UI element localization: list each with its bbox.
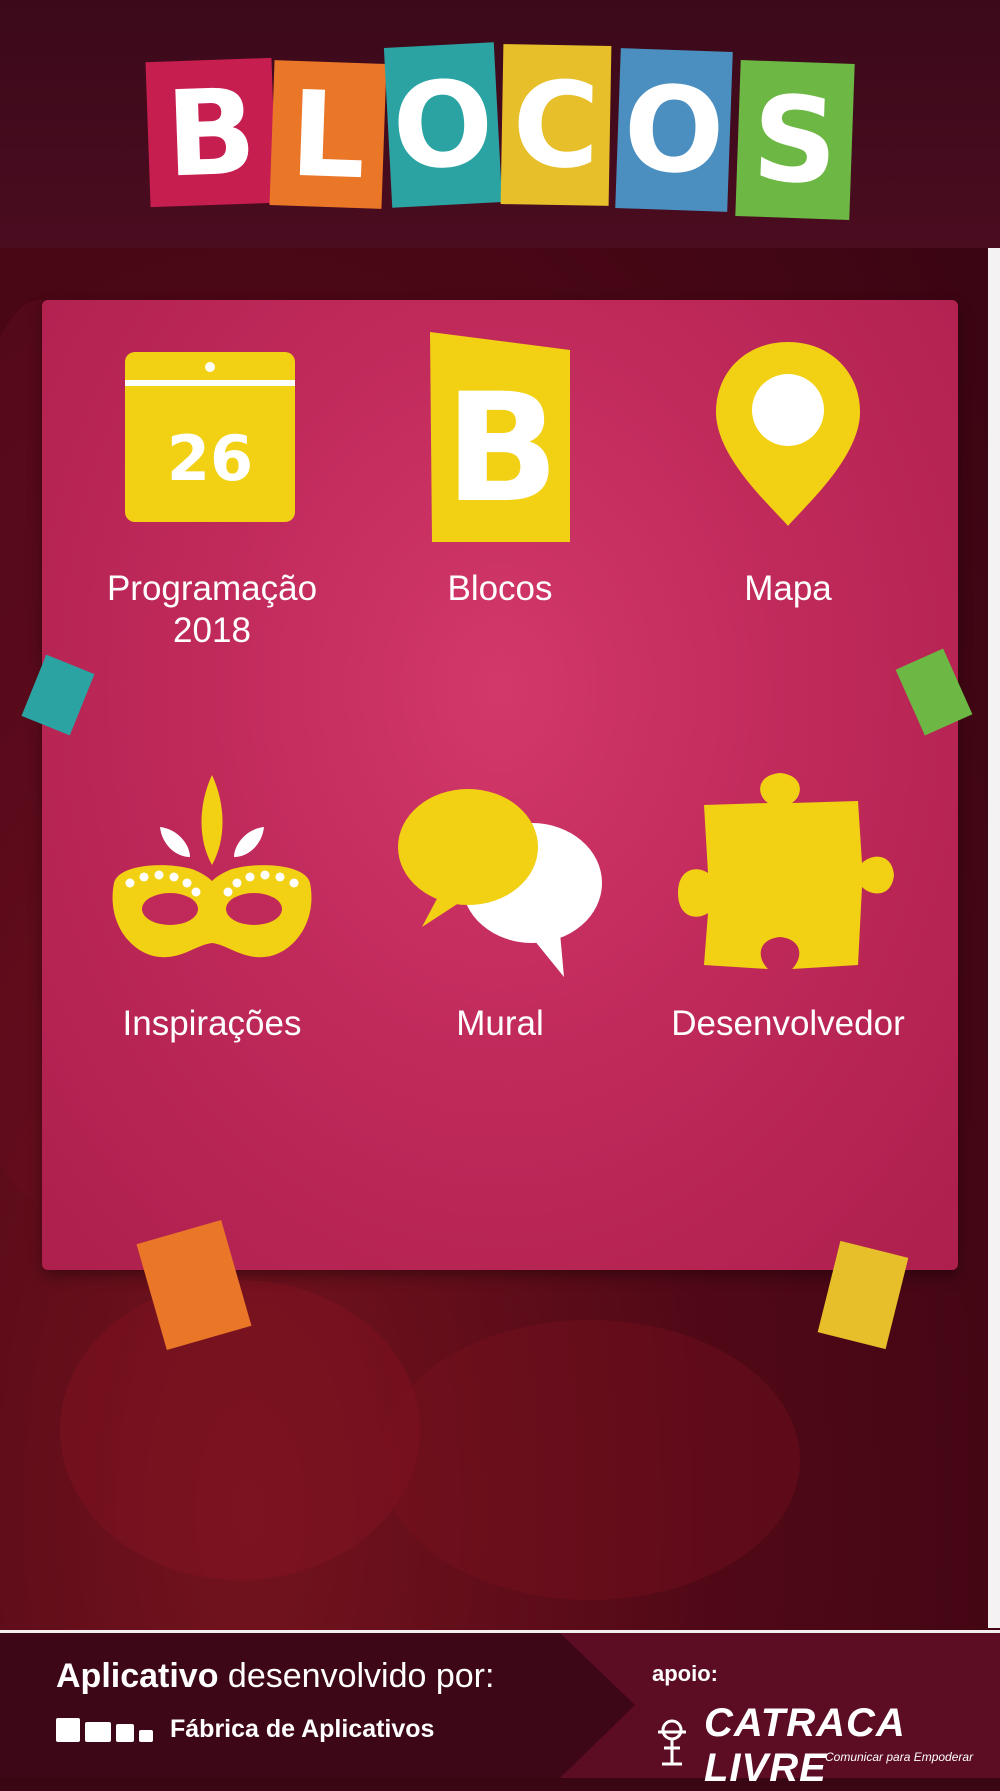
blocos-b-icon: B bbox=[380, 330, 620, 560]
developer-name: Fábrica de Aplicativos bbox=[170, 1715, 435, 1743]
menu-label: Mapa bbox=[744, 569, 832, 608]
logo-letter: C bbox=[511, 55, 601, 195]
blocos-logo: B L O C O S bbox=[0, 0, 1000, 248]
logo-tile-b: B bbox=[145, 57, 277, 208]
logo-letter: O bbox=[389, 53, 497, 197]
fabrica-de-aplicativos-logo[interactable]: Fábrica de Aplicativos bbox=[56, 1715, 434, 1744]
logo-tile-l: L bbox=[269, 60, 387, 209]
footer: Aplicativo desenvolvido por: Fábrica de … bbox=[0, 1630, 1000, 1790]
developed-by-text: Aplicativo desenvolvido por: bbox=[56, 1657, 494, 1696]
carnival-mask-icon bbox=[92, 765, 332, 995]
logo-tile-o2: O bbox=[615, 48, 733, 212]
menu-item-mapa[interactable]: Mapa bbox=[638, 330, 938, 670]
background-blob bbox=[380, 1320, 800, 1600]
calendar-day: 26 bbox=[167, 422, 253, 495]
logo-letter: O bbox=[621, 59, 727, 201]
menu-item-mural[interactable]: Mural bbox=[350, 765, 650, 1105]
logo-tile-o1: O bbox=[383, 42, 503, 208]
blocos-icon-letter: B bbox=[445, 362, 559, 536]
logo-letter: L bbox=[288, 64, 368, 205]
developed-by-bold: Aplicativo bbox=[56, 1657, 219, 1695]
menu-label: Programação 2018 bbox=[106, 569, 318, 650]
menu-item-inspiracoes[interactable]: Inspirações bbox=[62, 765, 362, 1105]
map-pin-icon bbox=[668, 330, 908, 560]
right-edge-strip bbox=[988, 248, 1000, 1628]
logo-tile-c: C bbox=[500, 44, 612, 206]
sponsor-tagline: Comunicar para Empoderar bbox=[825, 1750, 974, 1764]
logo-letter: S bbox=[750, 69, 840, 211]
developed-by-rest: desenvolvido por: bbox=[218, 1657, 495, 1695]
menu-label: Mural bbox=[456, 1004, 544, 1043]
menu-label: Desenvolvedor bbox=[671, 1004, 905, 1043]
calendar-icon: 26 bbox=[92, 330, 332, 560]
chat-bubbles-icon bbox=[380, 765, 620, 995]
menu-item-programacao[interactable]: 26 Programação 2018 bbox=[62, 330, 362, 670]
support-label: apoio: bbox=[652, 1661, 718, 1686]
footer-developer-section bbox=[0, 1633, 635, 1778]
menu-item-desenvolvedor[interactable]: Desenvolvedor bbox=[638, 765, 938, 1105]
main-menu-panel: 26 Programação 2018 B Blocos Mapa Inspir… bbox=[42, 300, 958, 1270]
menu-label: Inspirações bbox=[122, 1004, 302, 1043]
menu-item-blocos[interactable]: B Blocos bbox=[350, 330, 650, 670]
catraca-emblem-icon bbox=[652, 1718, 692, 1775]
fabrica-logo-mark-icon bbox=[56, 1717, 158, 1742]
menu-label: Blocos bbox=[447, 569, 553, 608]
logo-letter: B bbox=[163, 61, 259, 204]
logo-tile-s: S bbox=[735, 60, 855, 220]
puzzle-piece-icon bbox=[668, 765, 908, 995]
